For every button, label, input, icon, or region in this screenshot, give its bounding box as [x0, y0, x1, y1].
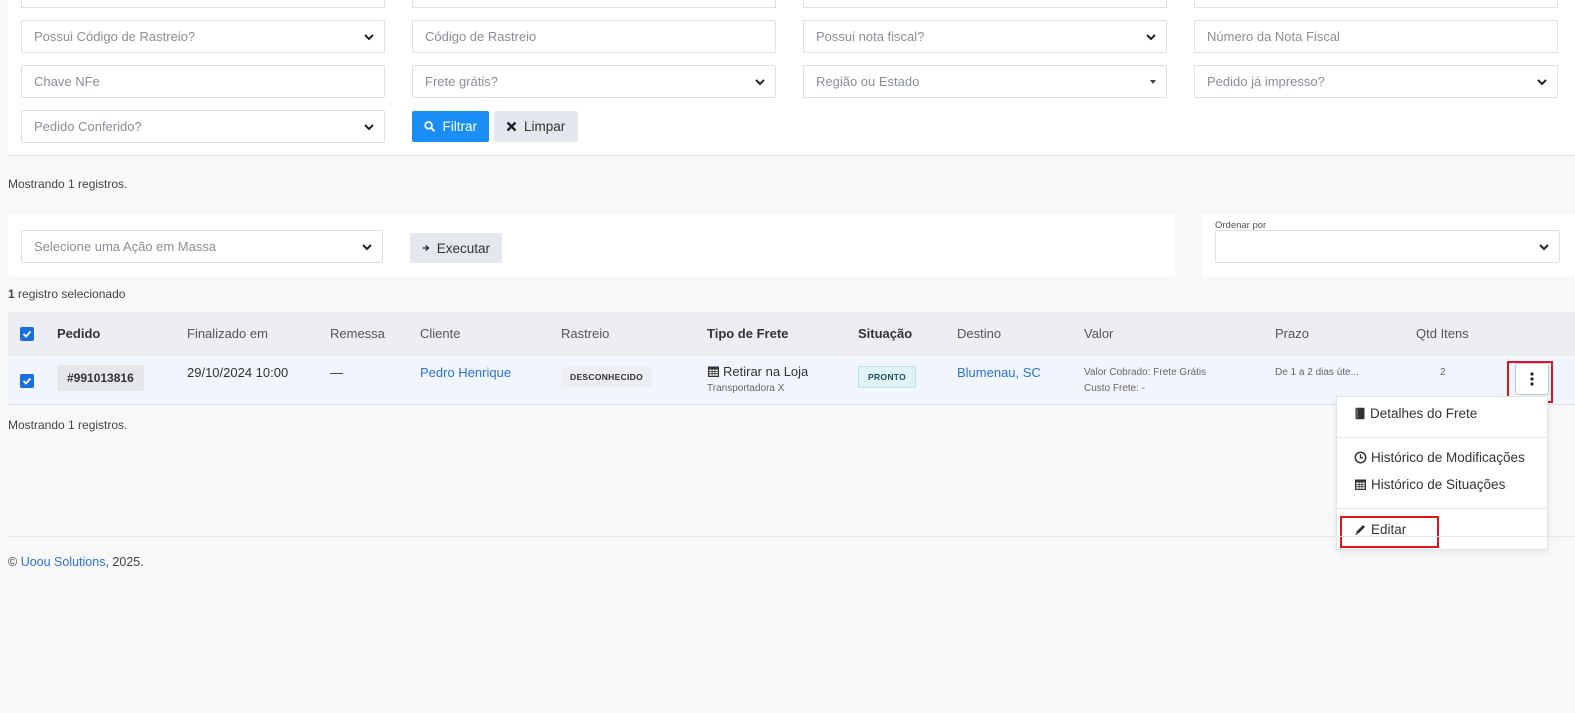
- bulk-action-placeholder: Selecione uma Ação em Massa: [34, 239, 217, 254]
- executar-button[interactable]: Executar: [410, 233, 502, 263]
- rastreio-select-label: Possui Código de Rastreio?: [34, 29, 196, 44]
- header-rastreio[interactable]: Rastreio: [561, 326, 609, 341]
- arrow-right-icon: [422, 244, 430, 252]
- filter-field-top-3[interactable]: [803, 0, 1167, 8]
- showing-count-top: Mostrando 1 registros.: [8, 177, 128, 191]
- bulk-action-panel: Selecione uma Ação em Massa Executar: [8, 214, 1175, 277]
- showing-count-bottom: Mostrando 1 registros.: [8, 418, 128, 432]
- bulk-action-select[interactable]: Selecione uma Ação em Massa: [21, 230, 383, 263]
- numero-nota-input[interactable]: Número da Nota Fiscal: [1194, 20, 1558, 53]
- impresso-select[interactable]: Pedido já impresso?: [1194, 65, 1558, 98]
- select-all-checkbox[interactable]: [20, 327, 34, 341]
- limpar-button[interactable]: Limpar: [494, 111, 578, 142]
- menu-detalhes-frete[interactable]: Detalhes do Frete: [1354, 406, 1477, 421]
- menu-historico-modificacoes[interactable]: Histórico de Modificações: [1354, 450, 1525, 465]
- calendar-icon: [708, 366, 719, 377]
- header-remessa[interactable]: Remessa: [330, 326, 385, 341]
- header-tipo-frete[interactable]: Tipo de Frete: [707, 326, 788, 341]
- footer: © Uoou Solutions, 2025.: [8, 555, 144, 569]
- regiao-label: Região ou Estado: [816, 74, 920, 89]
- tipo-frete: Retirar na Loja: [707, 364, 808, 379]
- header-cliente[interactable]: Cliente: [420, 326, 460, 341]
- header-finalizado[interactable]: Finalizado em: [187, 326, 268, 341]
- cliente-link[interactable]: Pedro Henrique: [420, 365, 511, 380]
- book-icon: [1355, 407, 1365, 420]
- chevron-down-icon: [1537, 79, 1547, 86]
- table-header: Pedido Finalizado em Remessa Cliente Ras…: [8, 312, 1575, 356]
- chevron-down-icon: [755, 79, 765, 86]
- conferido-label: Pedido Conferido?: [34, 119, 142, 134]
- header-situacao[interactable]: Situação: [858, 326, 912, 341]
- chevron-down-icon: [364, 34, 374, 41]
- tipo-frete-label: Retirar na Loja: [723, 364, 809, 379]
- search-icon: [424, 121, 436, 132]
- header-destino[interactable]: Destino: [957, 326, 1001, 341]
- menu-divider: [1337, 437, 1549, 438]
- header-qtd[interactable]: Qtd Itens: [1416, 326, 1469, 341]
- footer-company-link[interactable]: Uoou Solutions: [21, 555, 106, 569]
- clock-icon: [1354, 451, 1367, 464]
- destino-link[interactable]: Blumenau, SC: [957, 365, 1041, 380]
- selection-text: registro selecionado: [14, 287, 126, 301]
- chevron-down-icon: [362, 244, 372, 251]
- header-prazo[interactable]: Prazo: [1275, 326, 1309, 341]
- prazo-value: De 1 a 2 dias úte...: [1275, 367, 1359, 378]
- filter-field-top-1[interactable]: [21, 0, 385, 8]
- check-icon: [22, 330, 32, 338]
- codigo-rastreio-placeholder: Código de Rastreio: [425, 29, 537, 44]
- impresso-label: Pedido já impresso?: [1207, 74, 1325, 89]
- valor-cobrado: Valor Cobrado: Frete Grátis: [1084, 367, 1207, 378]
- chave-nfe-input[interactable]: Chave NFe: [21, 65, 385, 98]
- filter-field-top-4[interactable]: [1194, 0, 1558, 8]
- menu-divider: [1337, 508, 1549, 509]
- rastreio-badge: DESCONHECIDO: [561, 367, 653, 387]
- custo-frete: Custo Frete: -: [1084, 383, 1146, 394]
- chevron-down-icon: [1539, 244, 1549, 251]
- nota-fiscal-select[interactable]: Possui nota fiscal?: [803, 20, 1167, 53]
- frete-gratis-label: Frete grátis?: [425, 74, 498, 89]
- row-checkbox[interactable]: [20, 374, 34, 388]
- frete-gratis-select[interactable]: Frete grátis?: [412, 65, 776, 98]
- check-icon: [22, 377, 32, 385]
- filter-field-top-2[interactable]: [412, 0, 776, 8]
- menu-historico-situacoes[interactable]: Histórico de Situações: [1354, 477, 1505, 492]
- filtrar-button[interactable]: Filtrar: [412, 111, 489, 142]
- transportadora: Transportadora X: [707, 383, 785, 394]
- remessa-value: —: [330, 365, 343, 380]
- filter-panel: Possui Código de Rastreio? Código de Ras…: [8, 0, 1575, 156]
- finalizado-date: 29/10/2024 10:00: [187, 365, 289, 380]
- pedido-number[interactable]: #991013816: [57, 365, 144, 391]
- rastreio-select[interactable]: Possui Código de Rastreio?: [21, 20, 385, 53]
- caret-down-icon: [1150, 80, 1156, 84]
- situacao-badge: PRONTO: [858, 366, 917, 388]
- menu-detalhes-label: Detalhes do Frete: [1370, 406, 1478, 421]
- order-select[interactable]: [1215, 230, 1560, 263]
- codigo-rastreio-input[interactable]: Código de Rastreio: [412, 20, 776, 53]
- header-valor[interactable]: Valor: [1084, 326, 1113, 341]
- order-panel: Ordenar por: [1202, 214, 1575, 277]
- footer-copy: ©: [8, 555, 21, 569]
- conferido-select[interactable]: Pedido Conferido?: [21, 110, 385, 143]
- chevron-down-icon: [1146, 34, 1156, 41]
- close-icon: [506, 121, 517, 132]
- footer-divider: [8, 536, 1575, 537]
- chevron-down-icon: [364, 124, 374, 131]
- numero-nota-placeholder: Número da Nota Fiscal: [1207, 29, 1340, 44]
- executar-label: Executar: [436, 240, 490, 256]
- calendar-icon: [1355, 479, 1366, 490]
- filtrar-label: Filtrar: [442, 119, 478, 134]
- qtd-value: 2: [1440, 367, 1446, 378]
- nota-fiscal-select-label: Possui nota fiscal?: [816, 29, 925, 44]
- header-pedido[interactable]: Pedido: [57, 326, 100, 341]
- limpar-label: Limpar: [524, 119, 566, 134]
- selection-count: 1: [8, 287, 15, 301]
- selection-info: 1 registro selecionado: [8, 287, 125, 301]
- footer-year: , 2025.: [105, 555, 144, 569]
- regiao-select[interactable]: Região ou Estado: [803, 65, 1167, 98]
- chave-nfe-placeholder: Chave NFe: [34, 74, 100, 89]
- menu-historico-mod-label: Histórico de Modificações: [1371, 450, 1525, 465]
- highlight-editar: [1340, 516, 1439, 548]
- menu-historico-sit-label: Histórico de Situações: [1371, 477, 1506, 492]
